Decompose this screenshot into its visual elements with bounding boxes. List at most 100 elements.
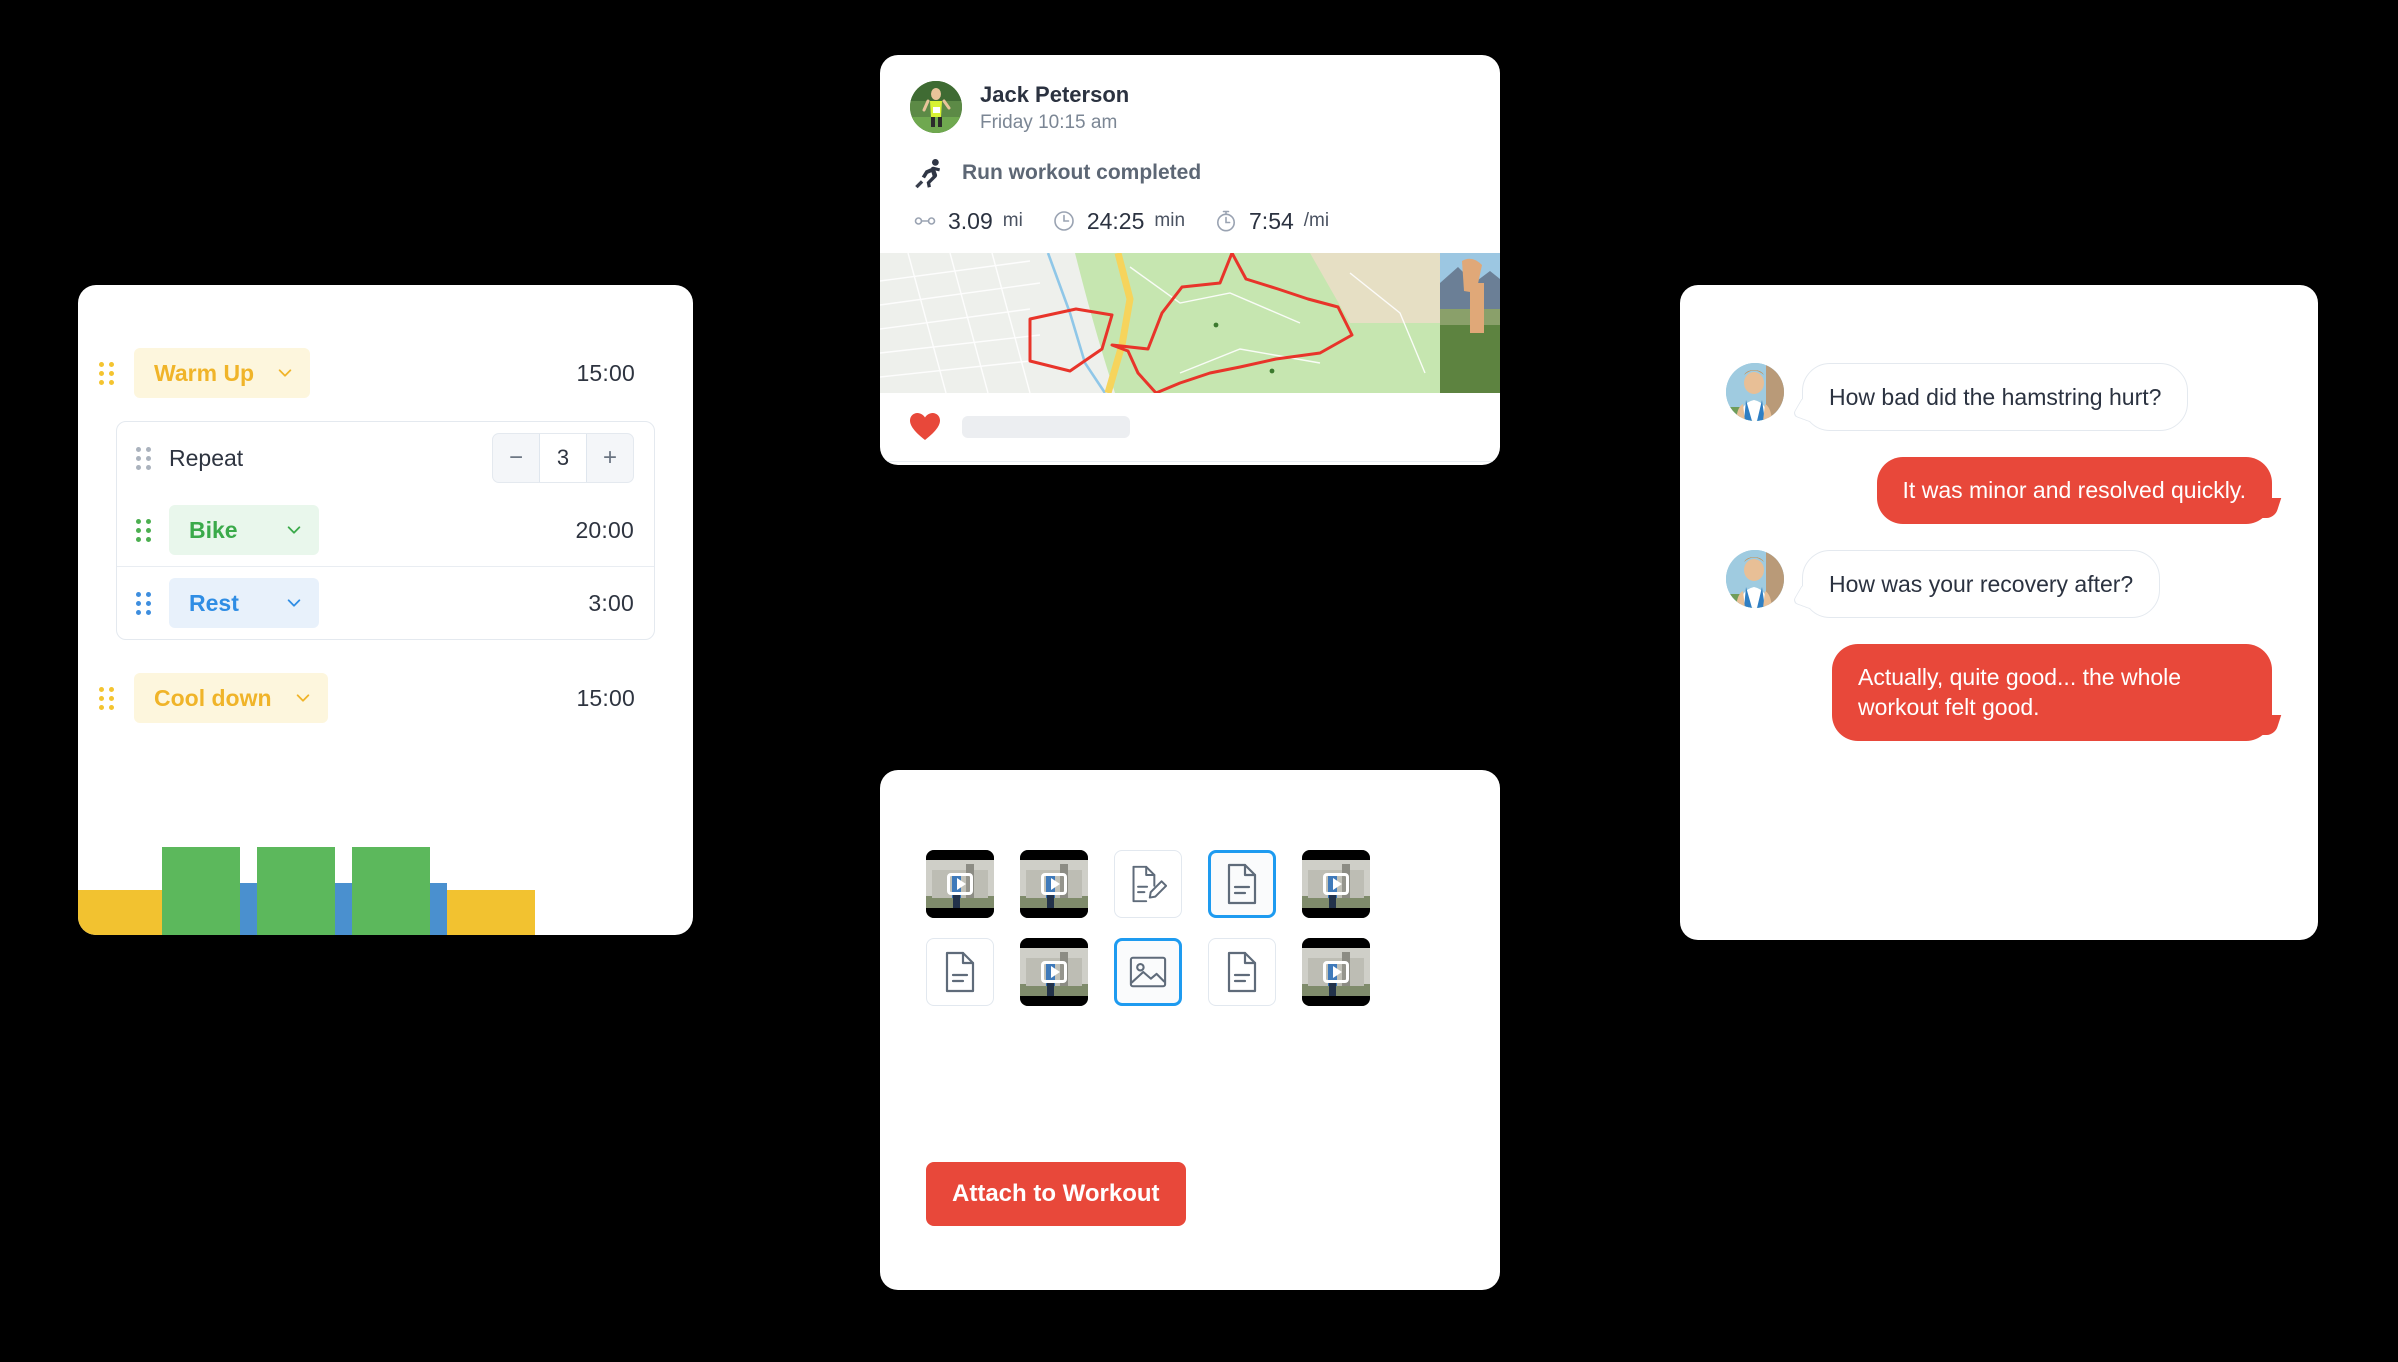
activity-media-strip <box>880 252 1500 393</box>
stat-value: 7:54 <box>1249 207 1294 234</box>
document-edit-icon <box>1129 863 1167 905</box>
activity-like-row <box>880 393 1500 461</box>
timeline-segment-rest <box>430 883 447 935</box>
activity-stats: 3.09 mi 24:25 min 7:54 /mi <box>880 190 1500 253</box>
document-icon <box>941 951 979 993</box>
chat-message-row: How bad did the hamstring hurt? <box>1726 363 2272 432</box>
repeat-group: Repeat − 3 + Bike 20:00 Rest 3:00 <box>116 421 655 640</box>
repeat-count-value[interactable]: 3 <box>539 434 587 482</box>
chat-bubble-out[interactable]: It was minor and resolved quickly. <box>1876 457 2272 524</box>
timeline-segment-work <box>257 847 335 935</box>
step-type-select-cool-down[interactable]: Cool down <box>134 673 328 723</box>
screenshot-canvas: Warm Up 15:00 Repeat − 3 + Bike 20:00 Re… <box>0 0 2398 1362</box>
play-icon <box>1323 961 1349 983</box>
step-type-select-bike[interactable]: Bike <box>169 505 319 555</box>
timeline-segment-work <box>162 847 240 935</box>
play-icon <box>947 873 973 895</box>
step-duration: 3:00 <box>588 589 634 616</box>
chat-bubble-out[interactable]: Actually, quite good... the whole workou… <box>1832 644 2272 741</box>
workout-step-cool-down[interactable]: Cool down 15:00 <box>78 662 693 734</box>
workout-builder-card: Warm Up 15:00 Repeat − 3 + Bike 20:00 Re… <box>78 285 693 935</box>
document-icon <box>1223 951 1261 993</box>
chat-message-row: How was your recovery after? <box>1726 549 2272 619</box>
chat-bubble-in[interactable]: How bad did the hamstring hurt? <box>1802 363 2189 432</box>
workout-step-bike[interactable]: Bike 20:00 <box>117 494 654 566</box>
media-tile-doc-9[interactable] <box>1208 938 1276 1006</box>
drag-handle-icon[interactable] <box>117 518 169 542</box>
activity-photo[interactable] <box>1440 252 1500 393</box>
timeline-segment-warm <box>447 890 535 935</box>
drag-handle-icon[interactable] <box>117 446 169 470</box>
step-duration: 15:00 <box>576 359 635 386</box>
media-picker-card: Attach to Workout <box>880 770 1500 1290</box>
activity-title: Run workout completed <box>962 160 1202 184</box>
workout-step-warm-up[interactable]: Warm Up 15:00 <box>78 337 693 409</box>
step-type-select-rest[interactable]: Rest <box>169 578 319 628</box>
media-tile-video-10[interactable] <box>1302 938 1370 1006</box>
workout-timeline <box>78 825 693 935</box>
step-label: Rest <box>189 589 239 616</box>
stat-value: 24:25 <box>1086 207 1145 234</box>
play-icon <box>1323 873 1349 895</box>
repeat-count-stepper[interactable]: − 3 + <box>492 433 634 483</box>
media-tile-video-5[interactable] <box>1302 850 1370 918</box>
like-placeholder <box>962 415 1130 438</box>
media-tile-doc-edit-3[interactable] <box>1114 850 1182 918</box>
activity-feed-card: Jack Peterson Friday 10:15 am Run workou… <box>880 55 1500 465</box>
heart-icon[interactable] <box>910 412 940 441</box>
stat-unit: /mi <box>1303 210 1330 231</box>
chat-message-row: Actually, quite good... the whole workou… <box>1726 644 2272 741</box>
image-icon <box>1129 951 1167 993</box>
media-tile-image-8[interactable] <box>1114 938 1182 1006</box>
workout-step-rest[interactable]: Rest 3:00 <box>117 567 654 639</box>
media-tile-doc-6[interactable] <box>926 938 994 1006</box>
stat-distance: 3.09 mi <box>912 208 1023 235</box>
stat-duration: 24:25 min <box>1051 208 1185 235</box>
step-label: Cool down <box>154 684 272 711</box>
drag-handle-icon[interactable] <box>78 686 134 710</box>
workout-step-list: Warm Up 15:00 Repeat − 3 + Bike 20:00 Re… <box>78 285 693 734</box>
media-tile-doc-4[interactable] <box>1208 850 1276 918</box>
avatar <box>910 81 962 134</box>
media-tile-video-7[interactable] <box>1020 938 1088 1006</box>
chat-card: How bad did the hamstring hurt? It was mi… <box>1680 285 2318 940</box>
chat-bubble-in[interactable]: How was your recovery after? <box>1802 549 2161 619</box>
repeat-decrement-button[interactable]: − <box>493 434 539 482</box>
step-duration: 15:00 <box>576 684 635 711</box>
play-icon <box>1041 961 1067 983</box>
user-name: Jack Peterson <box>980 82 1130 107</box>
media-grid <box>880 770 1500 1006</box>
repeat-row[interactable]: Repeat − 3 + <box>117 422 654 494</box>
step-duration: 20:00 <box>575 516 634 543</box>
stat-unit: min <box>1154 210 1186 231</box>
chevron-down-icon <box>285 521 303 539</box>
running-icon <box>912 156 946 190</box>
timeline-segment-rest <box>240 883 257 935</box>
chat-message-list: How bad did the hamstring hurt? It was mi… <box>1680 285 2318 741</box>
timeline-segment-work <box>352 847 430 935</box>
attach-to-workout-button[interactable]: Attach to Workout <box>926 1162 1186 1226</box>
avatar <box>1726 549 1784 608</box>
media-tile-video-2[interactable] <box>1020 850 1088 918</box>
activity-comment-row <box>880 462 1500 466</box>
chevron-down-icon <box>294 689 312 707</box>
timeline-segment-rest <box>335 883 352 935</box>
drag-handle-icon[interactable] <box>78 361 134 385</box>
route-map[interactable] <box>880 252 1440 393</box>
activity-user-info: Jack Peterson Friday 10:15 am <box>980 81 1129 134</box>
media-tile-video-1[interactable] <box>926 850 994 918</box>
step-type-select-warm-up[interactable]: Warm Up <box>134 348 311 398</box>
chevron-down-icon <box>285 594 303 612</box>
play-icon <box>1041 873 1067 895</box>
document-icon <box>1223 863 1261 905</box>
repeat-increment-button[interactable]: + <box>587 434 633 482</box>
activity-type-row: Run workout completed <box>880 134 1500 190</box>
activity-header: Jack Peterson Friday 10:15 am <box>880 55 1500 134</box>
stat-unit: mi <box>1002 210 1023 231</box>
activity-timestamp: Friday 10:15 am <box>980 111 1118 133</box>
chevron-down-icon <box>276 364 294 382</box>
drag-handle-icon[interactable] <box>117 591 169 615</box>
clock-icon <box>1051 208 1077 234</box>
stat-value: 3.09 <box>948 207 993 234</box>
step-label: Bike <box>189 516 238 543</box>
